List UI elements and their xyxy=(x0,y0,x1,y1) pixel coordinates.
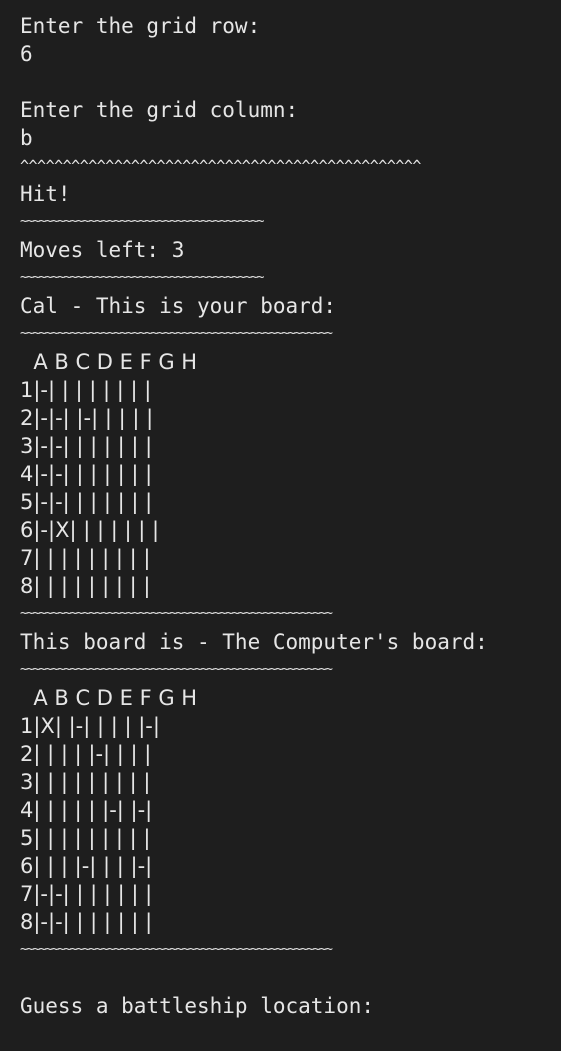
wave-separator: ~~~~~~~~~~~~~~~~~~~~~~~~~~~~~~~~~~~~~~~~… xyxy=(20,606,333,621)
player-board: A B C D E F G H 1|-| | | | | | | | 2|-|-… xyxy=(20,348,561,600)
wave-separator: ~~~~~~~~~~~~~~~~~~~~~~~~~~~~~~~~~~~~~~~ xyxy=(20,214,264,229)
board-row: 8| | | | | | | | | xyxy=(20,574,151,598)
board-row: 1|X| |-| | | | |-| xyxy=(20,714,160,738)
caret-separator: ^^^^^^^^^^^^^^^^^^^^^^^^^^^^^^^^^^^^^^^^… xyxy=(20,157,421,175)
board-row: 3|-|-| | | | | | | xyxy=(20,434,153,458)
wave-separator: ~~~~~~~~~~~~~~~~~~~~~~~~~~~~~~~~~~~~~~~~… xyxy=(20,942,333,957)
column-prompt: Enter the grid column: xyxy=(20,98,299,122)
wave-separator: ~~~~~~~~~~~~~~~~~~~~~~~~~~~~~~~~~~~~~~~~… xyxy=(20,662,333,677)
row-input-value: 6 xyxy=(20,42,33,66)
shot-result: Hit! xyxy=(20,182,71,206)
board-row: 4| | | | | |-| |-| xyxy=(20,798,153,822)
board-column-headers: A B C D E F G H xyxy=(20,686,198,710)
board-row: 6| | | |-| | | |-| xyxy=(20,854,153,878)
column-input-value: b xyxy=(20,126,33,150)
board-column-headers: A B C D E F G H xyxy=(20,350,198,374)
computer-board-title: This board is - The Computer's board: xyxy=(20,630,488,654)
guess-input-line[interactable]: Guess a battleship location: xyxy=(20,992,561,1020)
wave-separator: ~~~~~~~~~~~~~~~~~~~~~~~~~~~~~~~~~~~~~~~ xyxy=(20,270,264,285)
board-row: 5|-|-| | | | | | | xyxy=(20,490,153,514)
board-row: 2| | | | |-| | | | xyxy=(20,742,152,766)
player-board-title: Cal - This is your board: xyxy=(20,294,337,318)
guess-prompt: Guess a battleship location: xyxy=(20,994,375,1018)
board-row: 7| | | | | | | | | xyxy=(20,546,151,570)
board-row: 6|-|X| | | | | | | xyxy=(20,518,160,542)
board-row: 8|-|-| | | | | | | xyxy=(20,910,153,934)
board-row: 1|-| | | | | | | | xyxy=(20,378,152,402)
board-row: 3| | | | | | | | | xyxy=(20,770,151,794)
board-row: 4|-|-| | | | | | | xyxy=(20,462,153,486)
row-prompt: Enter the grid row: xyxy=(20,14,261,38)
terminal-window: Enter the grid row: 6 Enter the grid col… xyxy=(0,0,561,1051)
wave-separator: ~~~~~~~~~~~~~~~~~~~~~~~~~~~~~~~~~~~~~~~~… xyxy=(20,326,333,341)
board-row: 7|-|-| | | | | | | xyxy=(20,882,153,906)
board-row: 2|-|-| |-| | | | | xyxy=(20,406,154,430)
moves-left: Moves left: 3 xyxy=(20,238,185,262)
board-row: 5| | | | | | | | | xyxy=(20,826,151,850)
computer-board: A B C D E F G H 1|X| |-| | | | |-| 2| | … xyxy=(20,684,561,936)
